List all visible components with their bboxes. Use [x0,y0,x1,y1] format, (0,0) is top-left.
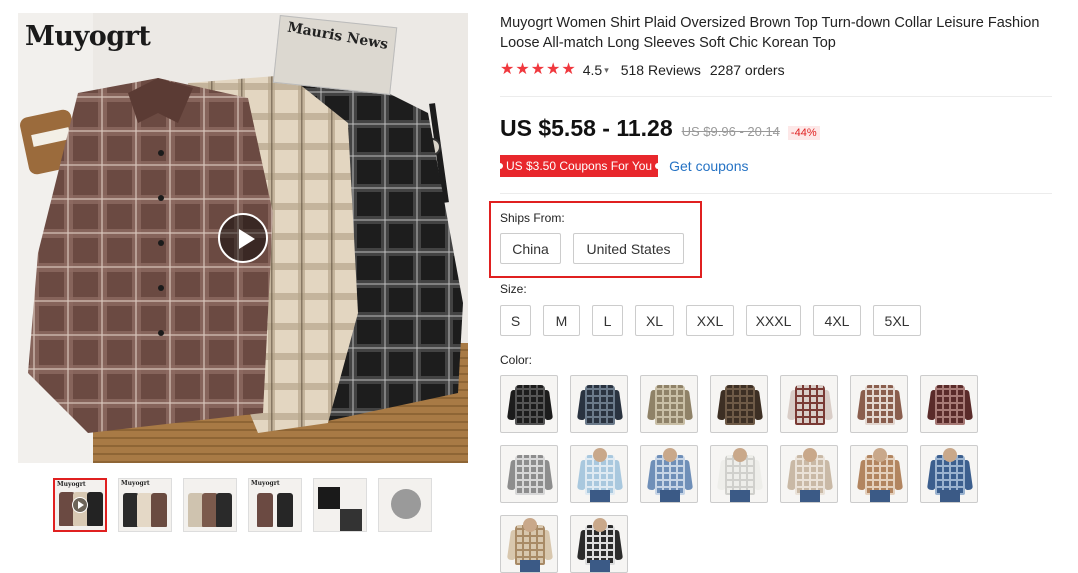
shirt-image [515,385,545,425]
rating-value[interactable]: 4.5 [583,62,602,78]
coupon-badge[interactable]: US $3.50 Coupons For You [496,155,662,177]
rating-row: ★ ★ ★ ★ ★ 4.5 ▾ 518 Reviews 2287 orders [500,62,785,79]
thumbnail-2[interactable]: Muyogrt [118,478,172,532]
shirt-image [87,492,103,526]
size-option-l[interactable]: L [592,305,623,336]
shirt-image [585,385,615,425]
model-head [663,448,677,462]
model-head [523,518,537,532]
coupon-row: US $3.50 Coupons For You Get coupons [496,155,749,177]
ships-from-option-china[interactable]: China [500,233,561,264]
fabric-detail-image [391,489,421,519]
ships-from-option-united-states[interactable]: United States [573,233,684,264]
main-product-image[interactable]: Muyogrt Mauris News [18,13,468,463]
color-swatch-beige-check[interactable] [780,445,838,503]
play-icon[interactable] [218,213,268,263]
model-legs [590,560,610,572]
model-legs [870,490,890,502]
divider [500,193,1052,194]
price-row: US $5.58 - 11.28 US $9.96 - 20.14 -44% [500,115,820,142]
color-swatch-navy-plaid[interactable] [570,375,628,433]
size-option-m[interactable]: M [543,305,580,336]
shirt-image [795,385,825,425]
thumbnail-5[interactable] [313,478,367,532]
orders-count: 2287 orders [709,62,785,78]
thumbnail-3[interactable] [183,478,237,532]
color-swatch-tan-plaid[interactable] [850,445,908,503]
brand-logo-text: Muyogrt [25,21,151,52]
model-head [593,448,607,462]
color-swatch-white[interactable] [710,445,768,503]
star-icon: ★ [515,61,530,78]
reviews-link[interactable]: 518 Reviews [621,62,701,78]
thumbnail-label: Muyogrt [121,480,150,487]
model-head [803,448,817,462]
color-swatch-blue-stripe[interactable] [640,445,698,503]
shirt-image [865,385,895,425]
size-option-5xl[interactable]: 5XL [873,305,921,336]
color-swatch-cream-plaid[interactable] [500,515,558,573]
color-swatch-white-red-plaid[interactable] [780,375,838,433]
model-legs [940,490,960,502]
color-swatch-black-plaid[interactable] [500,375,558,433]
thumbnail-label: Muyogrt [57,481,86,488]
model-head [593,518,607,532]
model-legs [660,490,680,502]
divider [500,96,1052,97]
shirt-image [935,385,965,425]
color-swatch-grey-plaid[interactable] [500,445,558,503]
get-coupons-link[interactable]: Get coupons [669,158,748,174]
star-icon: ★ [500,61,515,78]
star-icon: ★ [530,61,546,78]
size-option-xxl[interactable]: XXL [686,305,734,336]
shirt-image [277,493,293,527]
thumbnail-4[interactable]: Muyogrt [248,478,302,532]
model-head [943,448,957,462]
color-label: Color: [500,353,533,367]
newspaper-prop: Mauris News [272,15,398,95]
star-rating: ★ ★ ★ ★ ★ [500,62,576,78]
size-label: Size: [500,282,527,296]
brand-logo: Muyogrt [25,21,151,52]
model-head [733,448,747,462]
thumbnail-1[interactable]: Muyogrt [53,478,107,532]
color-swatch-khaki-plaid[interactable] [640,375,698,433]
color-swatch-burgundy-plaid[interactable] [920,375,978,433]
model-legs [730,490,750,502]
star-icon: ★ [546,61,561,78]
size-option-xl[interactable]: XL [635,305,674,336]
shirt-image [655,385,685,425]
color-swatch-brown-white-plaid[interactable] [850,375,908,433]
size-option-s[interactable]: S [500,305,531,336]
shirt-image [257,493,273,527]
chevron-down-icon[interactable]: ▾ [604,65,609,76]
discount-badge: -44% [787,126,820,140]
fabric-swatch-image [318,487,340,509]
original-price: US $9.96 - 20.14 [681,124,780,139]
model-legs [800,490,820,502]
model-legs [520,560,540,572]
color-swatch-light-blue[interactable] [570,445,628,503]
thumbnail-strip: Muyogrt Muyogrt Muyogrt [53,478,432,532]
product-title: Muyogrt Women Shirt Plaid Oversized Brow… [500,15,1040,51]
thumbnail-6[interactable] [378,478,432,532]
size-option-xxxl[interactable]: XXXL [746,305,801,336]
shirt-image [515,455,545,495]
model-legs [590,490,610,502]
shirt-image [151,493,167,527]
model-head [873,448,887,462]
color-swatch-blue-plaid[interactable] [920,445,978,503]
play-icon [72,497,88,513]
fabric-swatch-image [340,509,362,531]
color-swatch-dark-brown-plaid[interactable] [710,375,768,433]
shirt-image [725,385,755,425]
ships-from-label: Ships From: [500,211,565,225]
current-price: US $5.58 - 11.28 [500,115,673,141]
shirt-image [216,493,232,527]
star-icon: ★ [561,61,576,78]
thumbnail-label: Muyogrt [251,480,280,487]
color-swatch-black-white-plaid[interactable] [570,515,628,573]
size-option-4xl[interactable]: 4XL [813,305,861,336]
